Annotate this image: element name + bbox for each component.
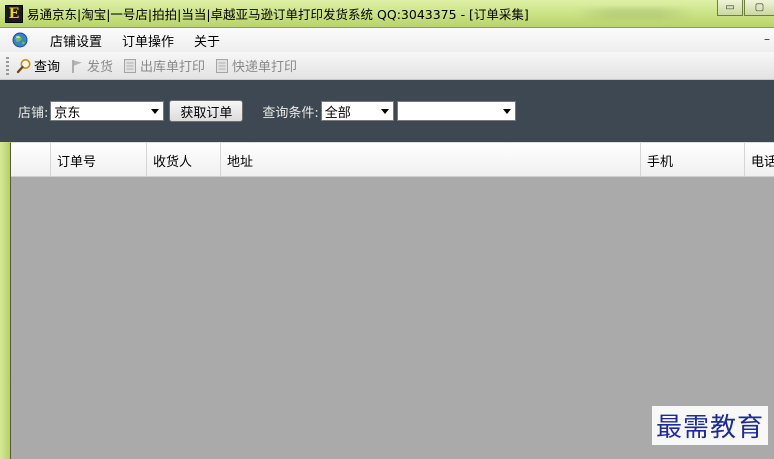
grid-col-order-no[interactable]: 订单号: [51, 143, 147, 177]
chevron-down-icon: [380, 108, 389, 114]
fetch-orders-button[interactable]: 获取订单: [169, 100, 244, 122]
title-bar-blur: [575, 8, 695, 20]
menu-order-operations[interactable]: 订单操作: [112, 31, 184, 50]
minimize-icon: ▭: [725, 2, 735, 13]
toolbar-grip[interactable]: [6, 56, 9, 75]
grid-col-selector[interactable]: [11, 143, 51, 177]
outbound-print-label: 出库单打印: [140, 60, 206, 75]
filter-panel: 店铺: 京东 获取订单 查询条件: 全部: [0, 80, 774, 142]
flag-icon: [72, 59, 83, 73]
menu-bar: 店铺设置 订单操作 关于 –: [0, 28, 774, 52]
shop-label: 店铺:: [18, 105, 49, 121]
shop-select-value: 京东: [54, 105, 81, 121]
document-icon: [216, 58, 229, 73]
grid-col-recipient[interactable]: 收货人: [147, 143, 221, 177]
maximize-icon: ▢: [754, 2, 765, 13]
maximize-button[interactable]: ▢: [744, 0, 774, 16]
express-print-label: 快递单打印: [232, 60, 298, 75]
window-controls: ▭ ▢: [716, 0, 774, 16]
grid-col-address[interactable]: 地址: [221, 143, 641, 177]
globe-icon: [12, 32, 28, 48]
query-button[interactable]: 查询: [13, 56, 64, 75]
menu-about[interactable]: 关于: [184, 31, 230, 50]
chevron-down-icon: [502, 108, 511, 114]
menu-shop-settings[interactable]: 店铺设置: [40, 31, 112, 50]
magnifier-icon: [16, 58, 31, 73]
window-title: 易通京东|淘宝|一号店|拍拍|当当|卓越亚马逊订单打印发货系统 QQ:30433…: [27, 7, 529, 22]
query-label: 查询: [34, 60, 61, 75]
ship-button[interactable]: 发货: [66, 56, 117, 75]
document-icon: [124, 58, 137, 73]
mdi-minimize-icon[interactable]: –: [764, 32, 770, 46]
title-bar: E 易通京东|淘宝|一号店|拍拍|当当|卓越亚马逊订单打印发货系统 QQ:304…: [0, 0, 774, 28]
grid-header: 订单号 收货人 地址 手机 电话: [11, 143, 774, 177]
shop-select[interactable]: 京东: [50, 101, 165, 121]
chevron-down-icon: [151, 108, 160, 114]
app-logo-icon: E: [5, 4, 23, 23]
express-print-button[interactable]: 快递单打印: [211, 56, 301, 75]
condition-label: 查询条件:: [262, 105, 319, 121]
condition-select-value: 全部: [324, 105, 351, 121]
watermark: 最需教育: [651, 406, 768, 445]
condition-extra-select[interactable]: [396, 101, 516, 121]
outbound-print-button[interactable]: 出库单打印: [119, 56, 209, 75]
condition-select[interactable]: 全部: [320, 101, 394, 121]
toolbar: 查询 发货 出库单打印 快递单打印: [0, 52, 774, 80]
grid-col-mobile[interactable]: 手机: [641, 143, 745, 177]
ship-label: 发货: [87, 60, 114, 75]
grid-col-phone[interactable]: 电话: [745, 143, 774, 177]
sidebar-strip: [0, 142, 10, 459]
minimize-button[interactable]: ▭: [717, 0, 743, 16]
